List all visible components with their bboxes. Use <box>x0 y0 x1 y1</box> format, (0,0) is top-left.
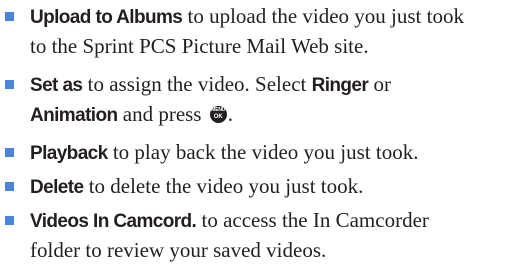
term-delete: Delete <box>30 177 84 198</box>
description-continued: Animation and press MENU OK. <box>30 100 515 130</box>
term-upload-to-albums: Upload to Albums <box>30 7 183 28</box>
list-item-text: Playback to play back the video you just… <box>30 138 515 168</box>
list-item-text: Set as to assign the video. Select Ringe… <box>30 70 515 130</box>
description: to upload the video you just took <box>182 4 464 28</box>
menu-label: MENU <box>211 107 226 113</box>
description-or: or <box>368 72 391 96</box>
bullet-square <box>5 148 14 157</box>
document-page: Upload to Albums to upload the video you… <box>0 0 519 262</box>
term-animation: Animation <box>30 105 118 126</box>
list-item-text: Videos In Camcord. to access the In Camc… <box>30 206 515 265</box>
list-item-text: Upload to Albums to upload the video you… <box>30 2 515 61</box>
bullet-square <box>5 182 14 191</box>
period: . <box>227 102 233 126</box>
description-continued: folder to review your saved videos. <box>30 238 327 262</box>
bullet-square <box>5 80 14 89</box>
bullet-square <box>5 216 14 225</box>
description-continued: to the Sprint PCS Picture Mail Web site. <box>30 34 369 58</box>
term-videos-in-camcord: Videos In Camcord. <box>30 211 197 232</box>
description-and-press: and press <box>117 102 207 126</box>
ok-label: OK <box>213 114 223 120</box>
term-set-as: Set as <box>30 75 83 96</box>
description: to delete the video you just took. <box>83 174 364 198</box>
description: to play back the video you just took. <box>107 140 419 164</box>
menu-ok-key-icon: MENU OK <box>209 106 227 123</box>
bullet-square <box>5 12 14 21</box>
list-item-text: Delete to delete the video you just took… <box>30 172 515 202</box>
term-playback: Playback <box>30 143 108 164</box>
description: to assign the video. Select <box>82 72 312 96</box>
description: to access the In Camcorder <box>196 208 429 232</box>
term-ringer: Ringer <box>311 75 369 96</box>
